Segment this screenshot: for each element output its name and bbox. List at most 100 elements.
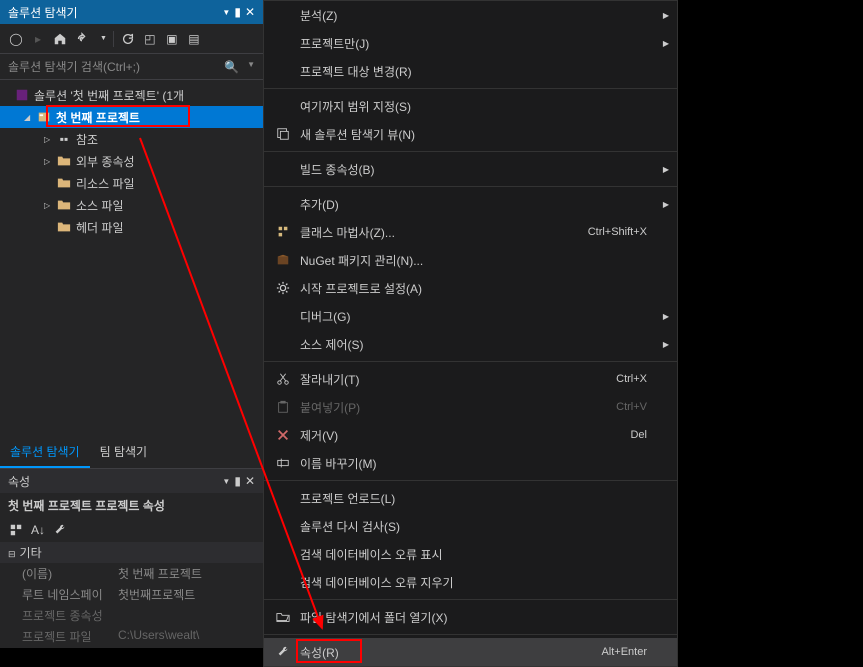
search-dropdown-icon[interactable]: ▼	[247, 60, 255, 74]
show-all-icon[interactable]: ▣	[164, 31, 180, 47]
menu-item-프로젝트만j[interactable]: 프로젝트만(J) ▶	[264, 29, 677, 57]
wrench-icon[interactable]	[52, 522, 68, 538]
menu-label: 프로젝트 언로드(L)	[300, 490, 647, 507]
header-files-node[interactable]: 헤더 파일	[0, 216, 263, 238]
nuget-icon	[272, 253, 294, 267]
resource-files-node[interactable]: 리소스 파일	[0, 172, 263, 194]
menu-item-추가d[interactable]: 추가(D) ▶	[264, 190, 677, 218]
menu-separator	[264, 151, 677, 152]
menu-label: 검색 데이터베이스 오류 지우기	[300, 574, 647, 591]
menu-label: 클래스 마법사(Z)...	[300, 224, 588, 241]
folder-icon	[56, 219, 72, 235]
expand-icon[interactable]: ▷	[44, 201, 56, 210]
menu-label: 디버그(G)	[300, 308, 647, 325]
delete-icon	[272, 428, 294, 442]
menu-label: 솔루션 다시 검사(S)	[300, 518, 647, 535]
menu-item-속성r[interactable]: 속성(R)Alt+Enter	[264, 638, 677, 666]
menu-item-새솔루션탐색기뷰n[interactable]: 새 솔루션 탐색기 뷰(N)	[264, 120, 677, 148]
props-category[interactable]: ⊟기타	[0, 542, 263, 563]
expand-icon[interactable]: ▷	[44, 157, 56, 166]
properties-header: 속성 ▼ ▮ ✕	[0, 469, 263, 493]
menu-item-파일탐색기에서폴더열기x[interactable]: 파일 탐색기에서 폴더 열기(X)	[264, 603, 677, 631]
tab-solution-explorer[interactable]: 솔루션 탐색기	[0, 437, 90, 468]
menu-item-검색데이터베이스오류표시[interactable]: 검색 데이터베이스 오류 표시	[264, 540, 677, 568]
expand-icon[interactable]: ◢	[24, 113, 36, 122]
menu-item-잘라내기t[interactable]: 잘라내기(T)Ctrl+X	[264, 365, 677, 393]
props-row[interactable]: 프로젝트 파일C:\Users\wealt\	[0, 626, 263, 647]
pin-icon[interactable]: ▮	[234, 474, 241, 488]
props-row[interactable]: 루트 네임스페이첫번째프로젝트	[0, 584, 263, 605]
solution-toolbar: ◯ ▸ ▼ ◰ ▣ ▤	[0, 24, 263, 54]
menu-item-클래스마법사z[interactable]: 클래스 마법사(Z)...Ctrl+Shift+X	[264, 218, 677, 246]
dropdown-icon[interactable]: ▼	[222, 477, 230, 486]
menu-highlight	[296, 639, 362, 663]
close-icon[interactable]: ✕	[245, 5, 255, 19]
menu-item-빌드종속성b[interactable]: 빌드 종속성(B)▶	[264, 155, 677, 183]
props-key: 루트 네임스페이	[8, 586, 118, 603]
solution-node[interactable]: 솔루션 '첫 번째 프로젝트' (1개	[0, 84, 263, 106]
menu-item-nuget패키지관리n[interactable]: NuGet 패키지 관리(N)...	[264, 246, 677, 274]
menu-label: 잘라내기(T)	[300, 371, 616, 388]
menu-label: 제거(V)	[300, 427, 630, 444]
external-deps-node[interactable]: ▷ 외부 종속성	[0, 150, 263, 172]
menu-separator	[264, 186, 677, 187]
menu-shortcut: Ctrl+Shift+X	[588, 226, 647, 238]
properties-subtitle: 첫 번째 프로젝트 프로젝트 속성	[0, 493, 263, 518]
menu-item-분석z[interactable]: 분석(Z)▶	[264, 1, 677, 29]
menu-item-검색데이터베이스오류지우기[interactable]: 검색 데이터베이스 오류 지우기	[264, 568, 677, 596]
tab-team-explorer[interactable]: 팀 탐색기	[90, 437, 158, 468]
props-value: 첫번째프로젝트	[118, 586, 255, 603]
menu-item-프로젝트대상변경r[interactable]: 프로젝트 대상 변경(R)	[264, 57, 677, 85]
cut-icon	[272, 372, 294, 386]
menu-label: 프로젝트만(J)	[300, 35, 647, 52]
folder-icon	[56, 175, 72, 191]
properties-icon[interactable]: ▤	[186, 31, 202, 47]
menu-label: 추가(D)	[300, 196, 647, 213]
menu-label: 프로젝트 대상 변경(R)	[300, 63, 647, 80]
sync-icon[interactable]	[74, 31, 90, 47]
search-bar[interactable]: 솔루션 탐색기 검색(Ctrl+;) 🔍 ▼	[0, 54, 263, 80]
menu-item-붙여넣기p: 붙여넣기(P)Ctrl+V	[264, 393, 677, 421]
menu-item-디버그g[interactable]: 디버그(G)▶	[264, 302, 677, 330]
dropdown-icon[interactable]: ▼	[222, 8, 230, 17]
collapse-icon[interactable]: ◰	[142, 31, 158, 47]
menu-shortcut: Ctrl+V	[616, 401, 647, 413]
close-icon[interactable]: ✕	[245, 474, 255, 488]
menu-item-여기까지범위지정s[interactable]: 여기까지 범위 지정(S)	[264, 92, 677, 120]
menu-item-솔루션다시검사s[interactable]: 솔루션 다시 검사(S)	[264, 512, 677, 540]
menu-item-프로젝트언로드l[interactable]: 프로젝트 언로드(L)	[264, 484, 677, 512]
menu-item-소스제어s[interactable]: 소스 제어(S)▶	[264, 330, 677, 358]
props-value: 첫 번째 프로젝트	[118, 565, 255, 582]
folder-icon	[56, 153, 72, 169]
back-icon[interactable]: ◯	[8, 31, 24, 47]
properties-title: 속성	[8, 473, 30, 490]
props-row[interactable]: 프로젝트 종속성	[0, 605, 263, 626]
pin-icon[interactable]: ▮	[234, 5, 241, 19]
search-icon[interactable]: 🔍	[224, 60, 239, 74]
open-folder-icon	[272, 610, 294, 624]
submenu-icon: ▶	[663, 39, 669, 48]
categorize-icon[interactable]	[8, 522, 24, 538]
submenu-icon: ▶	[663, 340, 669, 349]
menu-label: 새 솔루션 탐색기 뷰(N)	[300, 126, 647, 143]
forward-icon[interactable]: ▸	[30, 31, 46, 47]
menu-item-시작프로젝트로설정a[interactable]: 시작 프로젝트로 설정(A)	[264, 274, 677, 302]
wrench-icon	[272, 645, 294, 659]
panel-title: 솔루션 탐색기	[8, 4, 78, 21]
menu-label: 검색 데이터베이스 오류 표시	[300, 546, 647, 563]
props-row[interactable]: (이름)첫 번째 프로젝트	[0, 563, 263, 584]
references-node[interactable]: ▷ ▪▪ 참조	[0, 128, 263, 150]
submenu-icon: ▶	[663, 200, 669, 209]
menu-separator	[264, 599, 677, 600]
source-files-node[interactable]: ▷ 소스 파일	[0, 194, 263, 216]
solution-explorer-header: 솔루션 탐색기 ▼ ▮ ✕	[0, 0, 263, 24]
menu-item-이름바꾸기m[interactable]: 이름 바꾸기(M)	[264, 449, 677, 477]
menu-label: 파일 탐색기에서 폴더 열기(X)	[300, 609, 647, 626]
menu-item-제거v[interactable]: 제거(V)Del	[264, 421, 677, 449]
project-highlight	[46, 105, 190, 127]
refresh-icon[interactable]	[120, 31, 136, 47]
az-sort-icon[interactable]: A↓	[30, 522, 46, 538]
expand-icon[interactable]: ▷	[44, 135, 56, 144]
folder-icon	[56, 197, 72, 213]
home-icon[interactable]	[52, 31, 68, 47]
